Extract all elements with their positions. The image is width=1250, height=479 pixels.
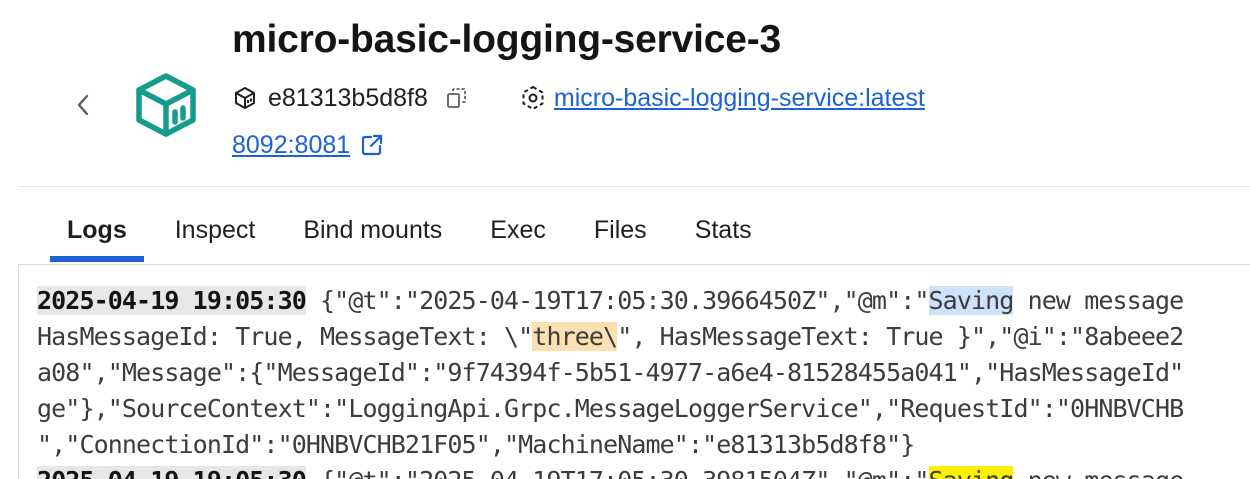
log-timestamp: 2025-04-19 19:05:30 — [37, 466, 307, 479]
log-line: 2025-04-19 19:05:30 {"@t":"2025-04-19T17… — [37, 463, 1184, 479]
image-link[interactable]: micro-basic-logging-service:latest — [554, 84, 925, 113]
container-title: micro-basic-logging-service-3 — [232, 18, 782, 61]
log-line: ge"},"SourceContext":"LoggingApi.Grpc.Me… — [37, 394, 1184, 423]
copy-icon — [446, 88, 466, 108]
container-meta: e81313b5d8f8 micro-basic-logging-service… — [232, 82, 925, 114]
search-match: Saving — [928, 286, 1014, 315]
tab-inspect[interactable]: Inspect — [158, 200, 273, 260]
image-icon — [520, 85, 546, 111]
external-link-icon — [362, 134, 383, 156]
log-timestamp: 2025-04-19 19:05:30 — [37, 286, 307, 315]
tab-files[interactable]: Files — [577, 200, 664, 260]
search-match: three\ — [532, 322, 618, 351]
port-link[interactable]: 8092:8081 — [232, 131, 350, 160]
tab-stats[interactable]: Stats — [678, 200, 769, 260]
log-line: HasMessageId: True, MessageText: \"three… — [37, 322, 1184, 351]
open-port-button[interactable] — [358, 131, 386, 159]
chevron-left-icon — [77, 94, 89, 116]
log-line: ","ConnectionId":"0HNBVCHB21F05","Machin… — [37, 430, 915, 459]
tab-exec[interactable]: Exec — [473, 200, 563, 260]
log-lines: 2025-04-19 19:05:30 {"@t":"2025-04-19T17… — [37, 283, 1184, 479]
header-divider — [18, 186, 1250, 187]
log-line: 2025-04-19 19:05:30 {"@t":"2025-04-19T17… — [37, 286, 1184, 315]
log-viewer[interactable]: 2025-04-19 19:05:30 {"@t":"2025-04-19T17… — [18, 264, 1250, 479]
container-id-icon — [232, 85, 258, 111]
tab-logs[interactable]: Logs — [50, 200, 144, 262]
container-header: micro-basic-logging-service-3 e81313b5d8… — [0, 0, 1250, 187]
log-line: a08","Message":{"MessageId":"9f74394f-5b… — [37, 358, 1184, 387]
container-id: e81313b5d8f8 — [268, 83, 428, 112]
back-button[interactable] — [66, 88, 100, 122]
container-cube-icon — [136, 73, 196, 137]
copy-id-button[interactable] — [444, 85, 470, 111]
container-tabs: Logs Inspect Bind mounts Exec Files Stat… — [50, 200, 769, 264]
port-mapping: 8092:8081 — [232, 128, 386, 162]
search-match-current: Saving — [928, 466, 1014, 479]
tab-bind-mounts[interactable]: Bind mounts — [286, 200, 459, 260]
